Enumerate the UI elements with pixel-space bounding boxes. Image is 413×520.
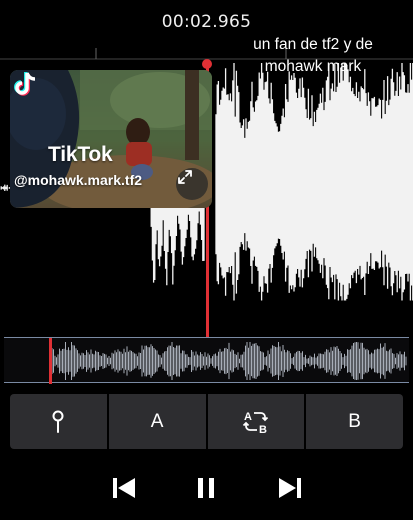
overview-playhead[interactable]	[49, 338, 52, 384]
segment-control: A A B B	[10, 394, 403, 449]
svg-text:B: B	[259, 424, 267, 436]
set-a-label: A	[150, 410, 164, 432]
pause-button[interactable]	[188, 470, 224, 506]
svg-text:A: A	[244, 411, 252, 423]
tiktok-logo-icon	[14, 72, 36, 96]
video-thumbnail[interactable]: TikTok @mohawk.mark.tf2	[10, 70, 212, 208]
overview-waveform-path	[51, 342, 407, 380]
tiktok-handle: @mohawk.mark.tf2	[14, 172, 143, 188]
video-caption: un fan de tf2 y de mohawk mark	[218, 34, 408, 78]
time-readout: 00:02.965	[161, 12, 252, 32]
expand-icon	[178, 170, 192, 184]
pin-icon	[52, 410, 64, 433]
set-b-label: B	[348, 410, 361, 432]
set-a-button[interactable]: A	[108, 394, 206, 449]
skip-next-icon	[279, 478, 301, 498]
skip-next-button[interactable]	[272, 470, 308, 506]
playhead-handle[interactable]	[202, 59, 212, 69]
transport-controls	[0, 470, 413, 506]
caption-line-1: un fan de tf2 y de	[253, 36, 373, 53]
skip-previous-icon	[113, 478, 135, 498]
pause-icon	[198, 478, 214, 498]
set-b-button[interactable]: B	[306, 394, 403, 449]
waveform-overview[interactable]	[4, 337, 409, 384]
caption-line-2: mohawk mark	[264, 58, 362, 75]
tiktok-brand: TikTok	[48, 143, 113, 166]
skip-previous-button[interactable]	[106, 470, 142, 506]
marker-button[interactable]	[10, 394, 107, 449]
expand-button[interactable]	[176, 168, 208, 200]
ab-loop-button[interactable]: A B	[207, 394, 305, 449]
ab-loop-icon: A B	[242, 411, 269, 436]
overview-waveform	[49, 338, 407, 384]
